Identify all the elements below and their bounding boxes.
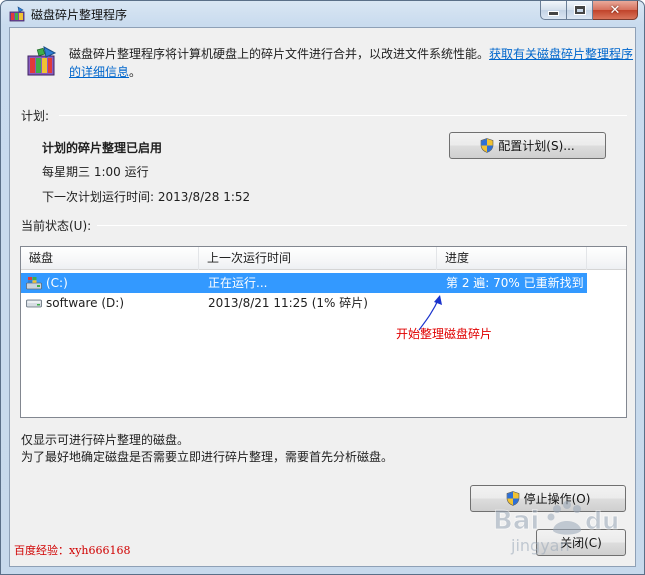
watermark-text: 百度经验：xyh666168 — [14, 544, 131, 557]
schedule-divider — [59, 115, 627, 116]
shield-icon — [480, 138, 494, 153]
defrag-icon — [9, 6, 25, 22]
disk-name: (C:) — [46, 276, 68, 290]
schedule-frequency: 每星期三 1:00 运行 — [42, 165, 149, 179]
window-controls: ✕ — [540, 1, 638, 21]
window-title: 磁盘碎片整理程序 — [31, 8, 128, 22]
disk-row-d[interactable]: software (D:) 2013/8/21 11:25 (1% 碎片) — [21, 293, 587, 313]
close-window-button[interactable]: ✕ — [593, 1, 638, 20]
intro-description: 磁盘碎片整理程序将计算机硬盘上的碎片文件进行合并，以改进文件系统性能。获取有关磁… — [69, 45, 634, 81]
disk-list-header: 磁盘 上一次运行时间 进度 — [21, 247, 626, 270]
note-defraggable-only: 仅显示可进行碎片整理的磁盘。 — [21, 433, 190, 447]
column-header-last-run[interactable]: 上一次运行时间 — [199, 247, 437, 270]
intro-end: 。 — [129, 65, 142, 79]
disk-progress: 第 2 遍: 70% 已重新找到 — [446, 276, 584, 290]
svg-text:du: du — [585, 507, 619, 535]
hard-drive-icon — [26, 299, 42, 308]
maximize-icon — [573, 5, 586, 15]
schedule-next-run: 下一次计划运行时间: 2013/8/28 1:52 — [42, 190, 251, 204]
status-divider — [97, 225, 627, 226]
svg-text:Bai: Bai — [493, 506, 539, 536]
minimize-icon — [549, 11, 558, 15]
disk-list[interactable]: 磁盘 上一次运行时间 进度 (C:) 正在运行... 第 2 遍: 70% 已重… — [20, 246, 627, 418]
minimize-button[interactable] — [540, 1, 567, 20]
schedule-status: 计划的碎片整理已启用 — [42, 141, 163, 155]
defrag-icon — [27, 46, 57, 76]
configure-schedule-label: 配置计划(S)... — [498, 139, 575, 153]
maximize-button[interactable] — [567, 1, 593, 20]
defrag-window: 磁盘碎片整理程序 ✕ 磁盘碎片整理程序将计算机硬盘上的碎片文件进行合并，以改进文… — [0, 0, 645, 575]
title-bar[interactable]: 磁盘碎片整理程序 ✕ — [1, 1, 644, 27]
note-analyze-first: 为了最好地确定磁盘是否需要立即进行碎片整理，需要首先分析磁盘。 — [21, 450, 394, 464]
intro-text: 磁盘碎片整理程序将计算机硬盘上的碎片文件进行合并，以改进文件系统性能。 — [69, 47, 490, 61]
column-header-disk[interactable]: 磁盘 — [21, 247, 199, 270]
windows-drive-icon — [26, 277, 42, 290]
annotation-text: 开始整理磁盘碎片 — [396, 327, 493, 341]
baidu-jingyan-watermark: Bai du jingyan — [493, 501, 620, 555]
close-icon: ✕ — [609, 2, 621, 18]
disk-last-run: 2013/8/21 11:25 (1% 碎片) — [208, 296, 368, 310]
disk-row-c[interactable]: (C:) 正在运行... 第 2 遍: 70% 已重新找到 — [21, 273, 587, 293]
status-section-label: 当前状态(U): — [21, 219, 92, 233]
column-header-progress[interactable]: 进度 — [437, 247, 587, 270]
schedule-section-label: 计划: — [21, 109, 50, 123]
svg-text:jingyan: jingyan — [510, 536, 570, 555]
configure-schedule-button[interactable]: 配置计划(S)... — [449, 132, 606, 159]
dialog-body: 磁盘碎片整理程序将计算机硬盘上的碎片文件进行合并，以改进文件系统性能。获取有关磁… — [9, 27, 636, 567]
disk-name: software (D:) — [46, 296, 124, 310]
disk-last-run: 正在运行... — [208, 276, 268, 290]
